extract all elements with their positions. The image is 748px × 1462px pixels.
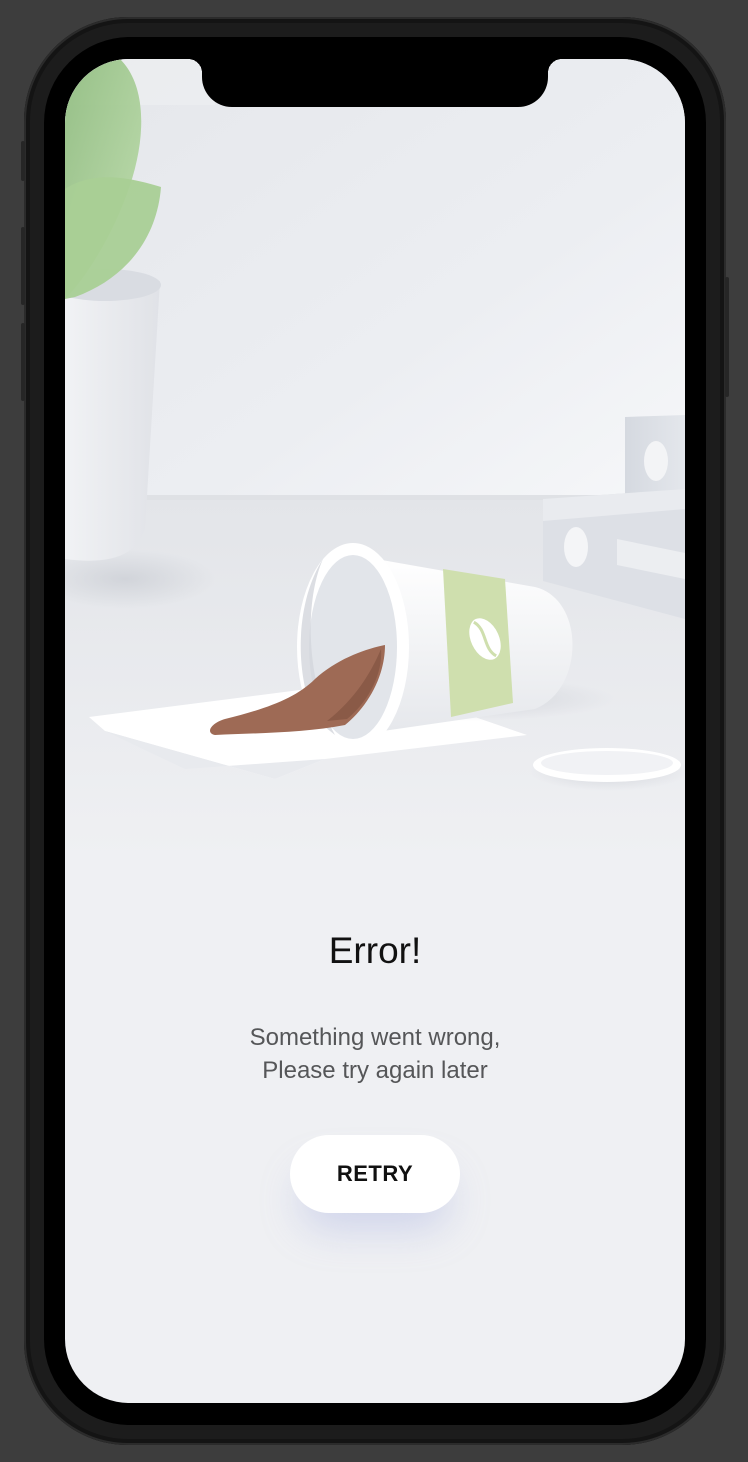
mute-switch: [21, 141, 25, 181]
error-title: Error!: [328, 930, 422, 971]
screen-bezel: Error! Something went wrong, Please try …: [44, 37, 706, 1425]
spilled-coffee-illustration: [65, 59, 685, 859]
retry-button[interactable]: RETRY: [290, 1135, 460, 1213]
device-notch: [188, 59, 562, 107]
volume-down-button: [21, 323, 25, 401]
error-content: Error! Something went wrong, Please try …: [65, 929, 685, 1213]
background-wall: [65, 59, 685, 499]
error-message: Something went wrong, Please try again l…: [65, 1021, 685, 1087]
error-message-line-2: Please try again later: [262, 1057, 488, 1084]
cup-lid-illustration: [529, 748, 685, 791]
error-message-line-1: Something went wrong,: [249, 1024, 501, 1051]
phone-device-frame: Error! Something went wrong, Please try …: [21, 17, 729, 1445]
volume-up-button: [21, 227, 25, 305]
error-screen: Error! Something went wrong, Please try …: [65, 59, 685, 1403]
power-button: [725, 277, 729, 397]
